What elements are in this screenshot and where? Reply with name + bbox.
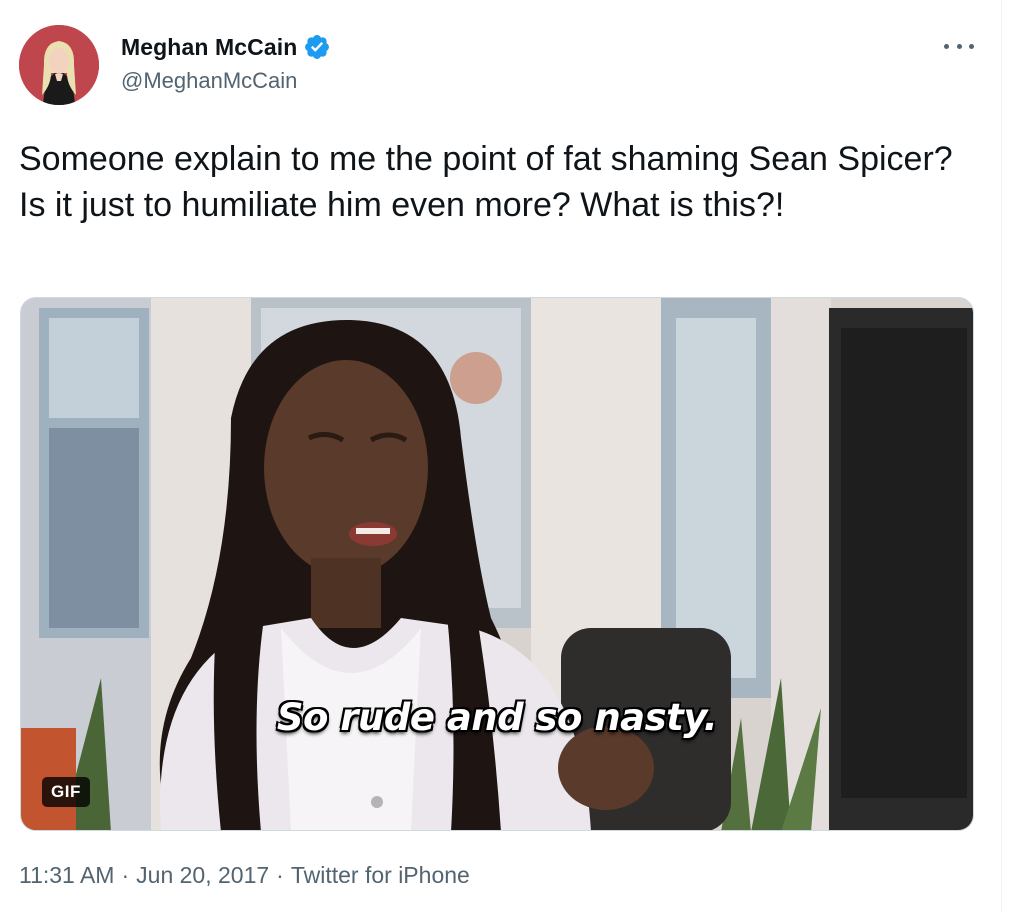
dot — [969, 43, 974, 49]
timeline-border — [1001, 0, 1002, 912]
gif-badge: GIF — [42, 777, 90, 807]
verified-badge-icon — [303, 33, 331, 61]
author-display-name[interactable]: Meghan McCain — [121, 34, 297, 61]
tweet-time[interactable]: 11:31 AM — [19, 862, 114, 889]
tweet-media-gif[interactable]: So rude and so nasty. GIF — [20, 297, 974, 831]
dot — [956, 43, 962, 49]
tweet-metadata: 11:31 AM · Jun 20, 2017 · Twitter for iP… — [19, 862, 470, 889]
meta-separator: · — [121, 862, 130, 888]
tweet-text: Someone explain to me the point of fat s… — [19, 140, 953, 224]
author-name-row[interactable]: Meghan McCain — [121, 33, 331, 61]
avatar[interactable] — [19, 25, 99, 105]
more-options-icon[interactable] — [944, 36, 974, 56]
tweet-source[interactable]: Twitter for iPhone — [291, 862, 470, 889]
dot — [944, 43, 949, 49]
avatar-image — [19, 25, 99, 105]
tweet-date[interactable]: Jun 20, 2017 — [136, 862, 269, 889]
gif-frame-image — [21, 298, 973, 830]
gif-caption: So rude and so nasty. — [276, 696, 718, 739]
author-handle[interactable]: @MeghanMcCain — [121, 68, 297, 94]
meta-separator: · — [276, 862, 284, 888]
